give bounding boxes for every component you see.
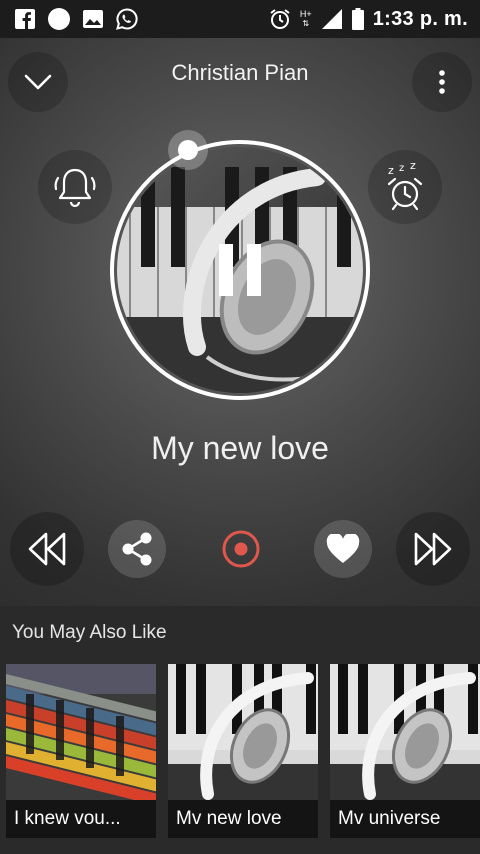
seek-knob[interactable] [168,130,208,170]
rewind-button[interactable] [10,512,84,586]
alarm-icon [269,8,291,30]
recommendation-art [6,664,156,806]
status-time: 1:33 p. m. [372,7,468,30]
recommendation-art [330,664,480,800]
fast-forward-button[interactable] [396,512,470,586]
playback-controls [0,510,480,590]
recommendation-label: Mv universe [330,800,480,838]
fast-forward-icon [414,532,452,566]
image-icon [82,8,104,30]
recommendation-card[interactable]: Mv new love [168,664,318,838]
more-vertical-icon [439,70,445,94]
sleep-timer-button[interactable]: z z z [368,150,442,224]
heart-icon [326,534,360,563]
facebook-icon [14,8,36,30]
like-button[interactable] [314,520,372,578]
collapse-button[interactable] [8,52,68,112]
recommendation-label: I knew vou... [6,800,156,838]
recommendation-art [168,664,318,800]
signal-icon [321,8,343,30]
svg-text:z: z [388,164,394,177]
more-options-button[interactable] [412,52,472,112]
pause-icon [219,244,261,296]
recommendation-label: Mv new love [168,800,318,838]
battery-icon [351,8,365,30]
network-label: H+ [299,9,312,19]
network-hplus-icon: H+ ⇅ [299,9,312,29]
player-panel: Christian Pian z z z My new love [0,38,480,606]
svg-text:z: z [410,162,416,172]
recommendation-card[interactable]: I knew vou... [6,664,156,838]
record-icon [222,530,260,568]
recommendations-title: You May Also Like [12,622,167,643]
chevron-down-icon [24,74,52,90]
sleep-alarm-icon: z z z [387,162,423,211]
whatsapp-icon [116,8,138,30]
status-bar: H+ ⇅ 1:33 p. m. [0,0,480,38]
circle-notification-icon [48,8,70,30]
rewind-icon [28,532,66,566]
song-title: My new love [151,430,329,466]
share-button[interactable] [108,520,166,578]
record-button[interactable] [212,520,270,578]
pause-button[interactable] [210,240,270,300]
recommendations-section: You May Also Like I knew vou... Mv new l… [0,606,480,854]
recommendation-card[interactable]: Mv universe [330,664,480,838]
svg-text:z: z [399,163,404,174]
album-disc [106,130,374,404]
share-icon [122,532,152,566]
bell-ringing-icon [54,168,96,208]
alarm-button[interactable] [38,150,112,224]
station-title: Christian Pian [171,60,309,85]
